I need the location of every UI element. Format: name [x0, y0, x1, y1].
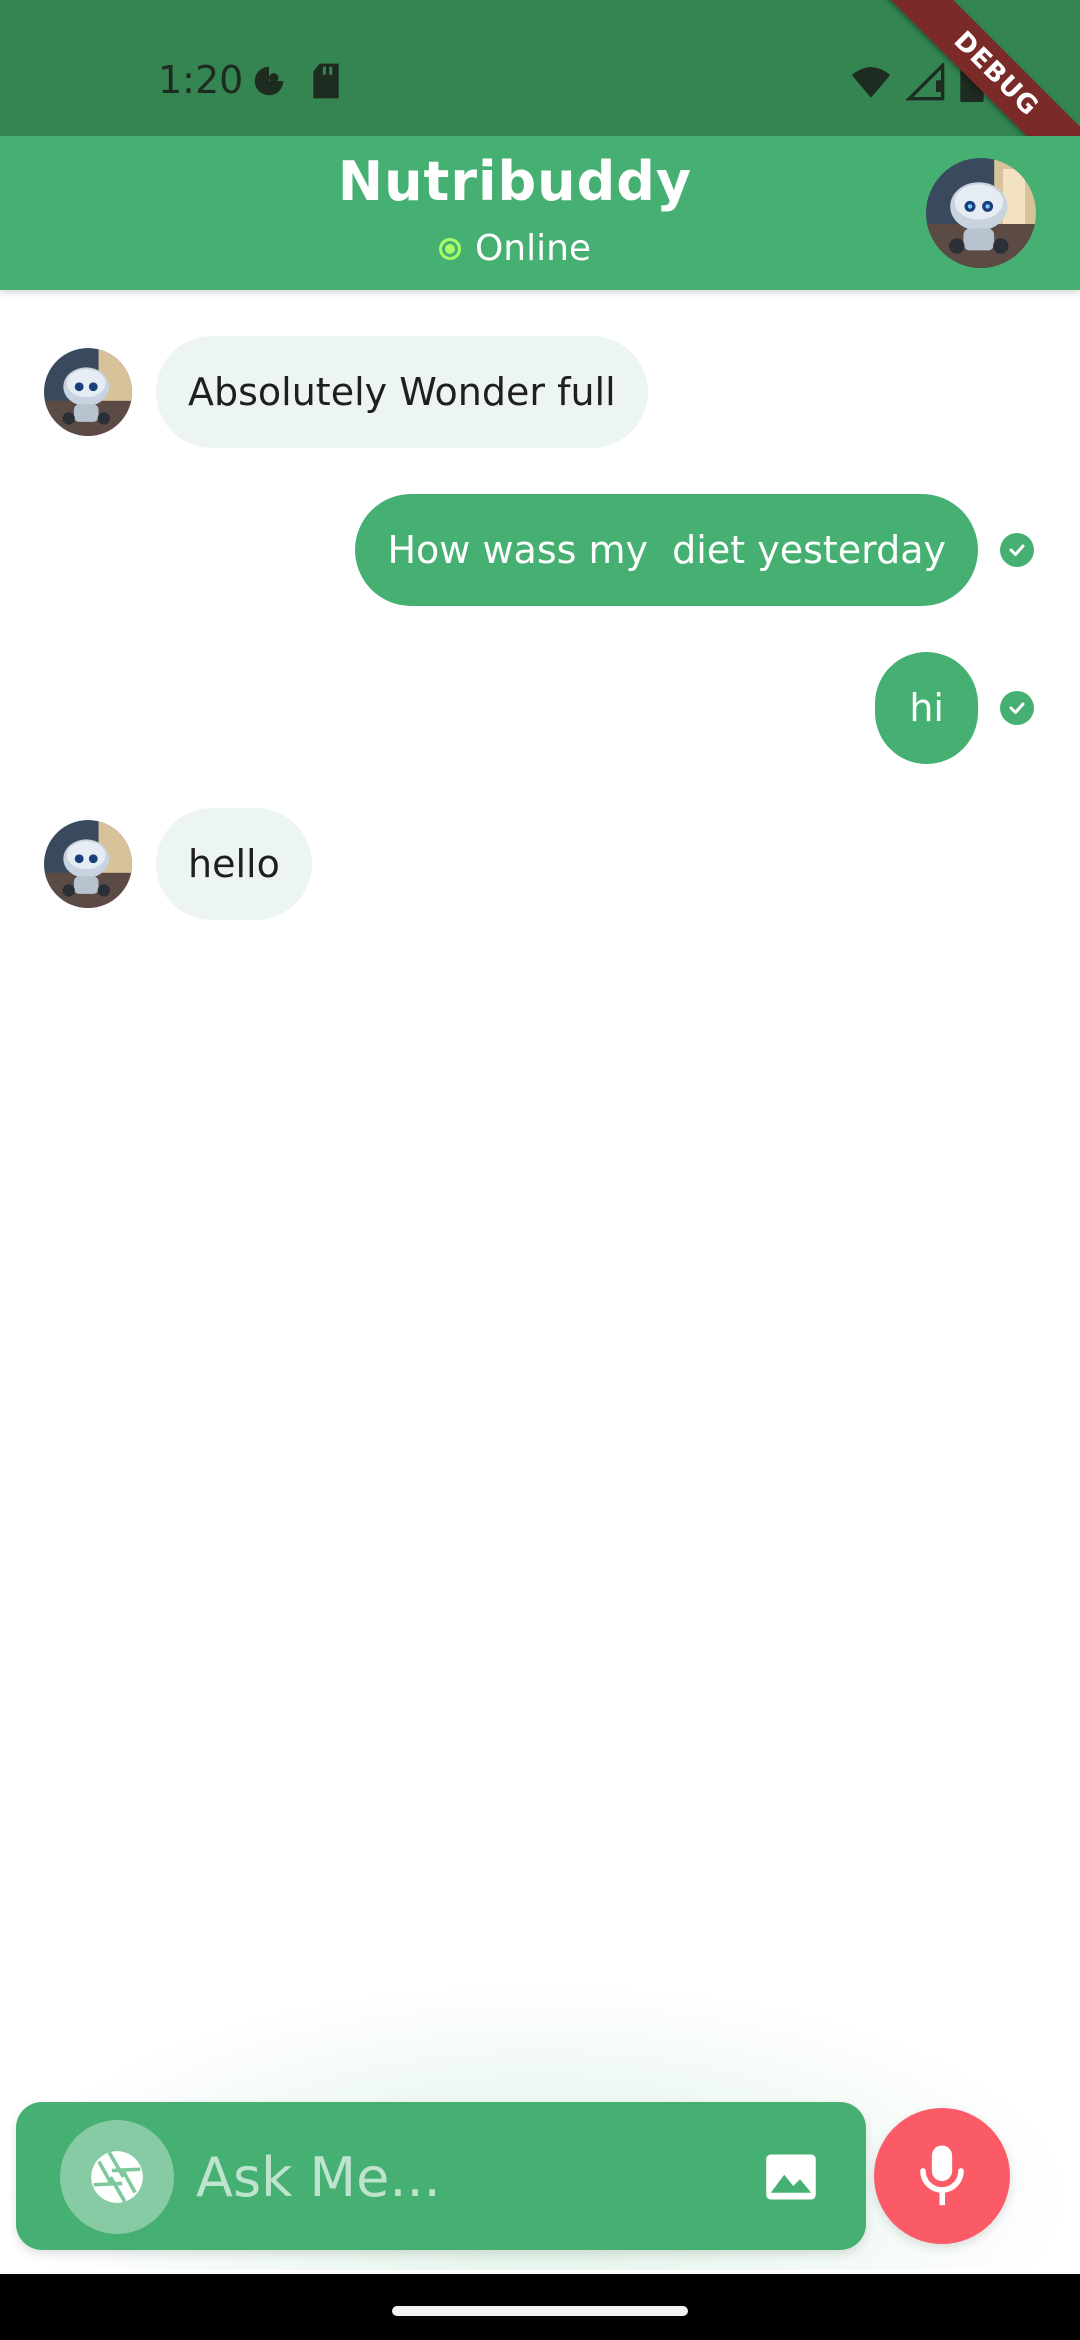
camera-shutter-icon: [91, 2151, 143, 2203]
read-check-icon: [1000, 691, 1034, 725]
home-indicator[interactable]: [392, 2306, 688, 2316]
app-header: Nutribuddy Online: [0, 136, 1080, 290]
sd-card-icon: [310, 62, 342, 104]
ask-input[interactable]: [196, 2132, 756, 2222]
message-bubble-bot[interactable]: Absolutely Wonder full: [156, 336, 648, 448]
online-dot-icon: [438, 237, 461, 260]
header-avatar[interactable]: [926, 158, 1036, 268]
microphone-button[interactable]: [874, 2108, 1010, 2244]
status-time: 1:20: [158, 58, 244, 102]
message-row-user: How wass my diet yesterday: [355, 494, 1034, 606]
gallery-button[interactable]: [762, 2148, 820, 2206]
message-bubble-user[interactable]: hi: [875, 652, 978, 764]
robot-avatar-icon: [44, 820, 132, 908]
status-left-icons: [250, 62, 342, 104]
pie-chart-icon: [250, 62, 288, 104]
robot-avatar-icon: [926, 158, 1036, 268]
robot-avatar-icon: [44, 348, 132, 436]
microphone-icon: [920, 2145, 964, 2206]
message-row-user: hi: [875, 652, 1034, 764]
message-bubble-user[interactable]: How wass my diet yesterday: [355, 494, 978, 606]
message-bubble-bot[interactable]: hello: [156, 808, 312, 920]
message-row-bot: Absolutely Wonder full: [44, 336, 648, 448]
online-status-label: Online: [474, 228, 592, 269]
wifi-icon: [850, 63, 892, 105]
online-status: Online: [0, 228, 1030, 269]
battery-icon: [960, 62, 984, 106]
bot-avatar: [44, 348, 132, 436]
read-check-icon: [1000, 533, 1034, 567]
image-icon: [766, 2154, 816, 2200]
signal-icon: [905, 61, 946, 105]
chat-input-bar: [16, 2102, 866, 2250]
status-right-icons: [850, 61, 984, 106]
page-title: Nutribuddy: [337, 150, 693, 213]
message-row-bot: hello: [44, 808, 312, 920]
bot-avatar: [44, 820, 132, 908]
status-bar: 1:20 DEBUG: [0, 0, 1080, 196]
camera-button[interactable]: [60, 2120, 174, 2234]
system-nav-bar: [0, 2274, 1080, 2340]
